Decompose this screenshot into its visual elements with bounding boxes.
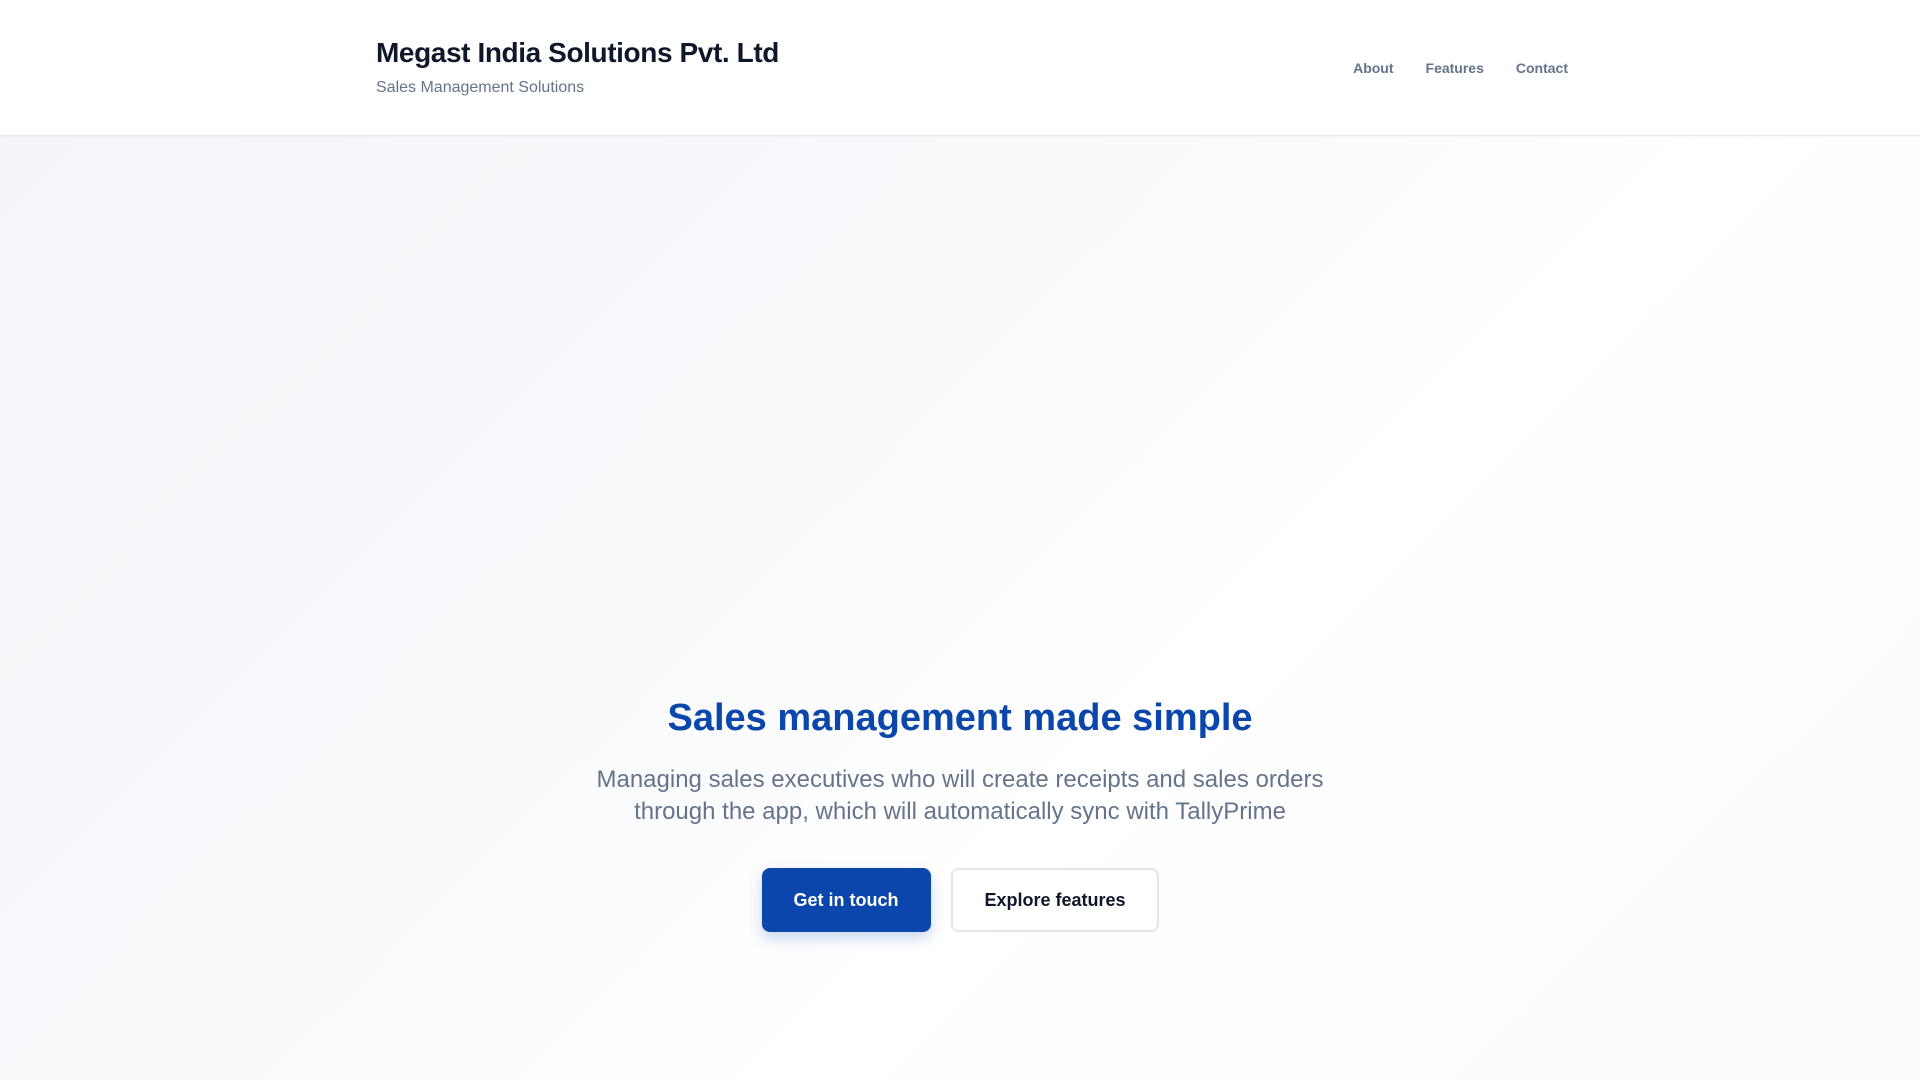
hero-subtitle: Managing sales executives who will creat… — [596, 766, 1324, 825]
nav-link-features[interactable]: Features — [1426, 58, 1484, 78]
hero-section: Sales management made simple Managing sa… — [0, 136, 1920, 1080]
site-header: Megast India Solutions Pvt. Ltd Sales Ma… — [0, 0, 1920, 136]
hero-content: Sales management made simple Managing sa… — [0, 696, 1920, 932]
brand-tagline: Sales Management Solutions — [376, 79, 585, 96]
brand-name: Megast India Solutions Pvt. Ltd — [376, 37, 779, 68]
get-in-touch-button[interactable]: Get in touch — [761, 868, 931, 932]
main-nav: About Features Contact — [1353, 58, 1568, 78]
hero-actions: Get in touch Explore features — [0, 868, 1920, 932]
nav-link-contact[interactable]: Contact — [1516, 58, 1568, 78]
nav-link-about[interactable]: About — [1353, 58, 1393, 78]
brand[interactable]: Megast India Solutions Pvt. Ltd Sales Ma… — [376, 36, 779, 98]
explore-features-button[interactable]: Explore features — [950, 868, 1159, 932]
hero-title: Sales management made simple — [667, 697, 1253, 739]
